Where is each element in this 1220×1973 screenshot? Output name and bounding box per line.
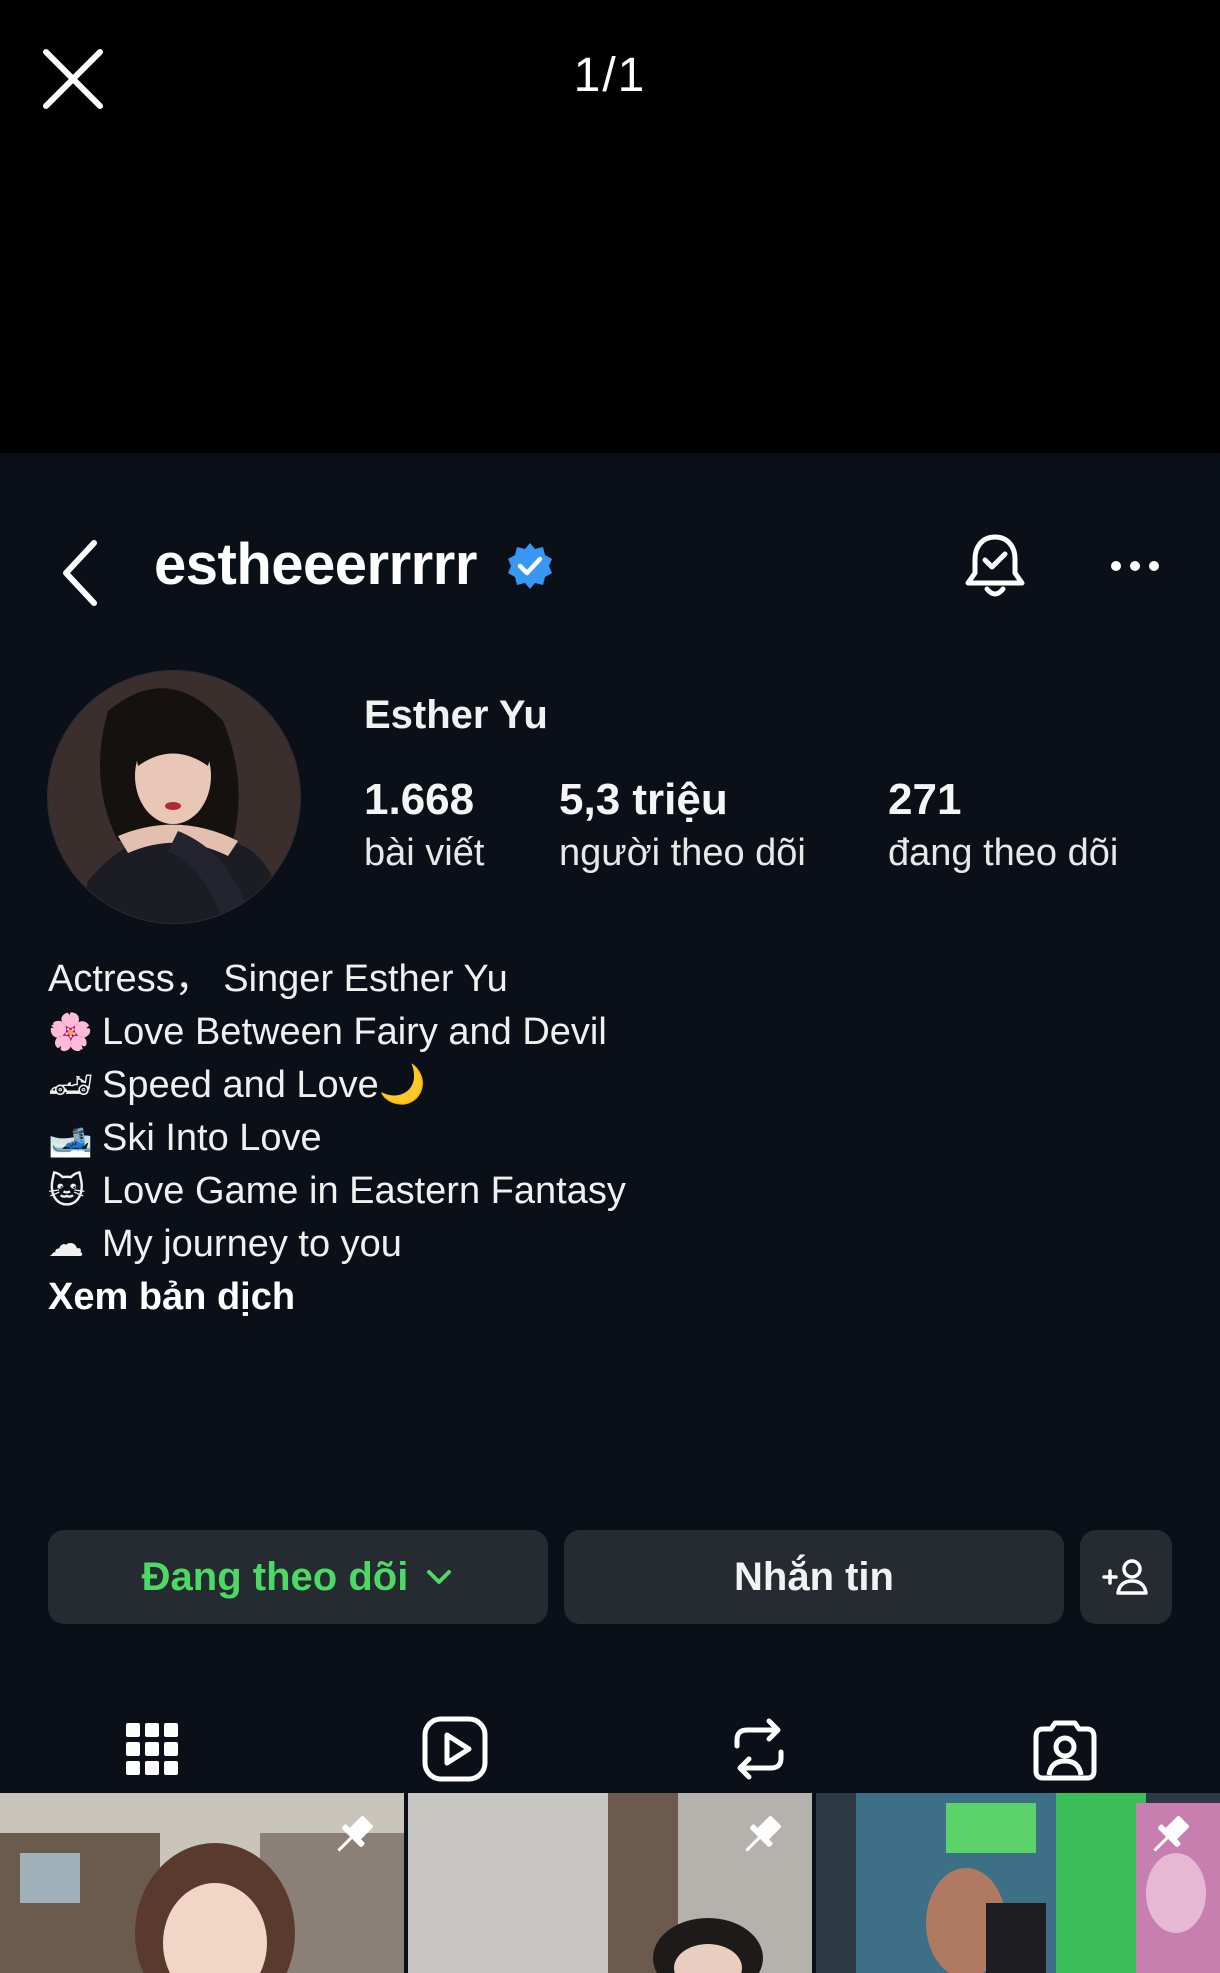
- stat-following[interactable]: 271 đang theo dõi: [888, 775, 1118, 881]
- bio-line: ☁ My journey to you: [48, 1218, 1168, 1271]
- bell-check-icon: [965, 534, 1025, 597]
- more-horizontal-icon: [1111, 561, 1159, 571]
- back-button[interactable]: [54, 533, 114, 613]
- tab-reels[interactable]: [395, 1693, 515, 1805]
- pinned-icon: [337, 1816, 373, 1852]
- suggested-users-button[interactable]: [1080, 1530, 1172, 1624]
- tab-posts-grid[interactable]: [92, 1693, 212, 1805]
- reels-icon: [422, 1716, 488, 1782]
- race-car-emoji-icon: 🏎: [48, 1065, 94, 1106]
- bio-line-text: Love Game in Eastern Fantasy: [102, 1170, 626, 1212]
- avatar-photo: [48, 671, 300, 923]
- stat-followers-value: 5,3 triệu: [559, 775, 728, 824]
- bio-line-text: Speed and Love🌙: [102, 1064, 427, 1106]
- bio-line: 🏎 Speed and Love🌙: [48, 1059, 1168, 1112]
- message-button[interactable]: Nhắn tin: [564, 1530, 1064, 1624]
- bio-line: 🐱 Love Game in Eastern Fantasy: [48, 1165, 1168, 1218]
- bio-line-text: My journey to you: [102, 1223, 402, 1265]
- pinned-icon: [745, 1816, 781, 1852]
- stat-posts-value: 1.668: [364, 775, 475, 824]
- verified-badge: [505, 541, 555, 591]
- following-button-label: Đang theo dõi: [141, 1554, 409, 1599]
- profile-bio: Actress， Singer Esther Yu 🌸 Love Between …: [48, 953, 1168, 1324]
- stat-followers[interactable]: 5,3 triệu người theo dõi: [559, 775, 806, 881]
- stat-following-label: đang theo dõi: [888, 832, 1119, 874]
- pinned-icon: [1153, 1816, 1189, 1852]
- profile-username: estheeerrrrr: [154, 532, 477, 597]
- bio-line-text: Love Between Fairy and Devil: [102, 1011, 607, 1053]
- see-translation-link[interactable]: Xem bản dịch: [48, 1271, 295, 1324]
- post-thumbnail[interactable]: [816, 1793, 1220, 1973]
- tagged-person-icon: [1033, 1720, 1097, 1781]
- chevron-down-icon: [427, 1570, 452, 1584]
- stat-posts-label: bài viết: [364, 832, 485, 874]
- following-button[interactable]: Đang theo dõi: [48, 1530, 548, 1624]
- bio-line-text: Actress， Singer Esther Yu: [48, 958, 508, 1000]
- post-thumbnail[interactable]: [0, 1793, 404, 1973]
- stat-posts[interactable]: 1.668 bài viết: [364, 775, 484, 881]
- image-counter: 1/1: [573, 49, 647, 102]
- add-person-icon: [1102, 1559, 1148, 1595]
- stat-followers-label: người theo dõi: [559, 832, 806, 874]
- image-viewer-header: 1/1: [0, 0, 1220, 453]
- bio-line: Actress， Singer Esther Yu: [48, 953, 1168, 1006]
- repost-icon: [734, 1718, 784, 1780]
- stat-following-value: 271: [888, 775, 962, 824]
- bio-line: 🌸 Love Between Fairy and Devil: [48, 1006, 1168, 1059]
- bio-line: 🎿 Ski Into Love: [48, 1112, 1168, 1165]
- notifications-button[interactable]: [962, 529, 1028, 603]
- more-options-button[interactable]: [1108, 553, 1162, 579]
- cloud-emoji-icon: ☁: [48, 1224, 84, 1265]
- profile-avatar[interactable]: [47, 670, 301, 924]
- grid-icon: [126, 1723, 178, 1775]
- verified-icon: [508, 543, 552, 589]
- bio-line-text: Ski Into Love: [102, 1117, 322, 1159]
- post-thumbnail[interactable]: [408, 1793, 812, 1973]
- flower-emoji-icon: 🌸: [48, 1012, 93, 1053]
- posts-grid: [0, 1793, 1220, 1973]
- message-button-label: Nhắn tin: [734, 1554, 894, 1599]
- profile-screen: estheeerrrrr Esther Yu 1.668 bài viết 5,…: [0, 453, 1220, 1973]
- cat-emoji-icon: 🐱: [48, 1171, 86, 1212]
- bio-line: Xem bản dịch: [48, 1271, 1168, 1324]
- tab-reposts[interactable]: [699, 1693, 819, 1805]
- chevron-left-icon: [63, 540, 97, 606]
- profile-top-bar: estheeerrrrr: [0, 453, 1220, 653]
- ski-emoji-icon: 🎿: [48, 1118, 93, 1159]
- tab-tagged[interactable]: [1005, 1693, 1125, 1805]
- profile-display-name: Esther Yu: [364, 693, 548, 737]
